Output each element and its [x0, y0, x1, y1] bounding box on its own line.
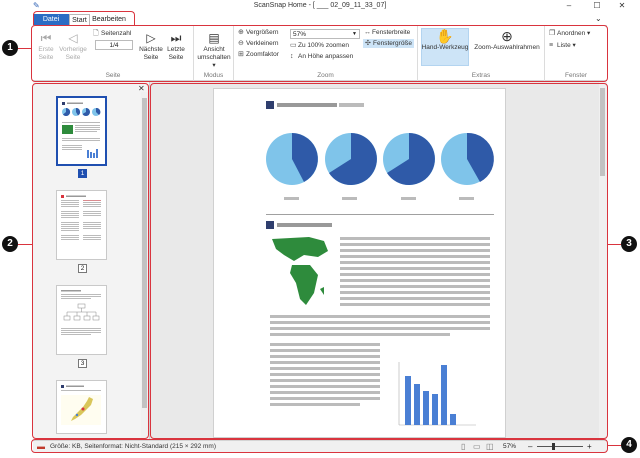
callout-4-leader	[607, 445, 621, 446]
viewer-highlight	[150, 83, 608, 439]
minimize-button[interactable]: –	[555, 0, 583, 12]
ribbon-highlight	[31, 25, 608, 82]
callout-1-leader	[18, 48, 32, 49]
callout-4: 4	[621, 437, 637, 453]
callout-2: 2	[2, 236, 18, 252]
callout-1: 1	[2, 40, 18, 56]
status-bar-highlight	[31, 439, 608, 453]
callout-2-leader	[18, 244, 32, 245]
window-title: ScanSnap Home - [ ___ 02_09_11_33_07]	[253, 2, 387, 9]
callout-3-leader	[607, 244, 621, 245]
maximize-button[interactable]: ☐	[583, 0, 611, 12]
thumbnail-panel-highlight	[32, 83, 149, 439]
ribbon-collapse-icon[interactable]: ⌄	[595, 14, 602, 23]
callout-3: 3	[621, 236, 637, 252]
tabs-highlight	[33, 11, 135, 25]
close-button[interactable]: ✕	[608, 0, 636, 12]
